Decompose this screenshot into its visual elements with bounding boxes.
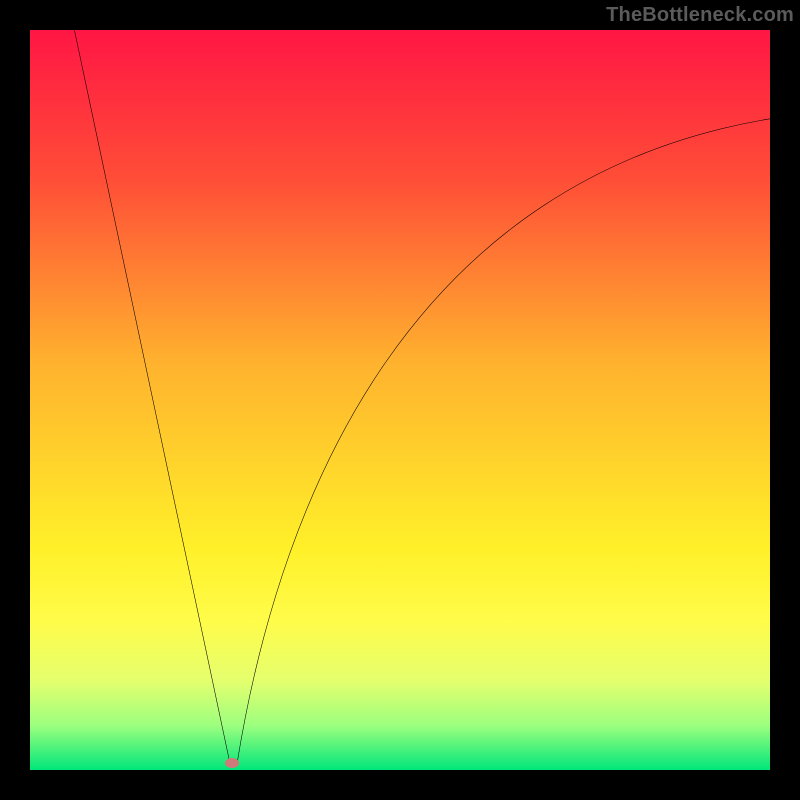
minimum-marker [225, 758, 239, 768]
chart-root: TheBottleneck.com [0, 0, 800, 800]
bottleneck-curve [74, 30, 770, 763]
watermark: TheBottleneck.com [606, 4, 794, 27]
curve-layer [30, 30, 770, 770]
